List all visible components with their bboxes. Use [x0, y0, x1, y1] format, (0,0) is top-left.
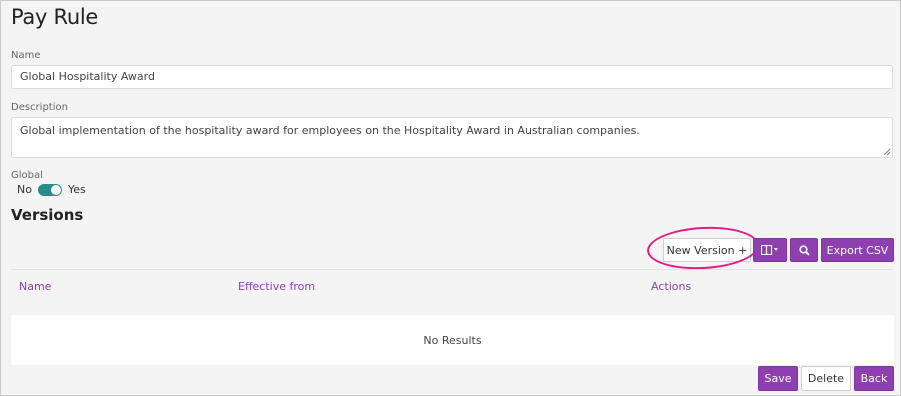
- columns-icon: [761, 245, 778, 255]
- description-textarea[interactable]: Global implementation of the hospitality…: [11, 117, 893, 158]
- toggle-no-label: No: [17, 183, 32, 196]
- global-label: Global: [11, 170, 43, 181]
- name-label: Name: [11, 50, 41, 61]
- back-button[interactable]: Back: [854, 366, 894, 391]
- columns-button[interactable]: [753, 238, 787, 262]
- resize-grip-icon[interactable]: [883, 148, 891, 156]
- toggle-knob: [50, 184, 61, 195]
- global-toggle-row: No Yes: [17, 183, 86, 196]
- description-label: Description: [11, 102, 68, 113]
- column-header-name[interactable]: Name: [19, 280, 51, 293]
- global-toggle[interactable]: [37, 183, 62, 196]
- toggle-yes-label: Yes: [67, 183, 86, 196]
- description-text: Global implementation of the hospitality…: [20, 124, 640, 137]
- export-csv-button[interactable]: Export CSV: [821, 238, 894, 262]
- versions-title: Versions: [11, 206, 84, 224]
- new-version-button[interactable]: New Version +: [663, 238, 751, 262]
- no-results-text: No Results: [423, 333, 482, 347]
- name-input[interactable]: Global Hospitality Award: [11, 65, 893, 89]
- save-button[interactable]: Save: [758, 366, 798, 391]
- table-top-divider: [11, 269, 893, 270]
- column-header-effective-from[interactable]: Effective from: [238, 280, 315, 293]
- empty-results: No Results: [11, 315, 894, 365]
- search-button[interactable]: [790, 238, 818, 262]
- search-icon: [798, 244, 810, 256]
- page-title: Pay Rule: [11, 5, 99, 29]
- column-header-actions: Actions: [651, 280, 692, 293]
- delete-button[interactable]: Delete: [801, 366, 851, 391]
